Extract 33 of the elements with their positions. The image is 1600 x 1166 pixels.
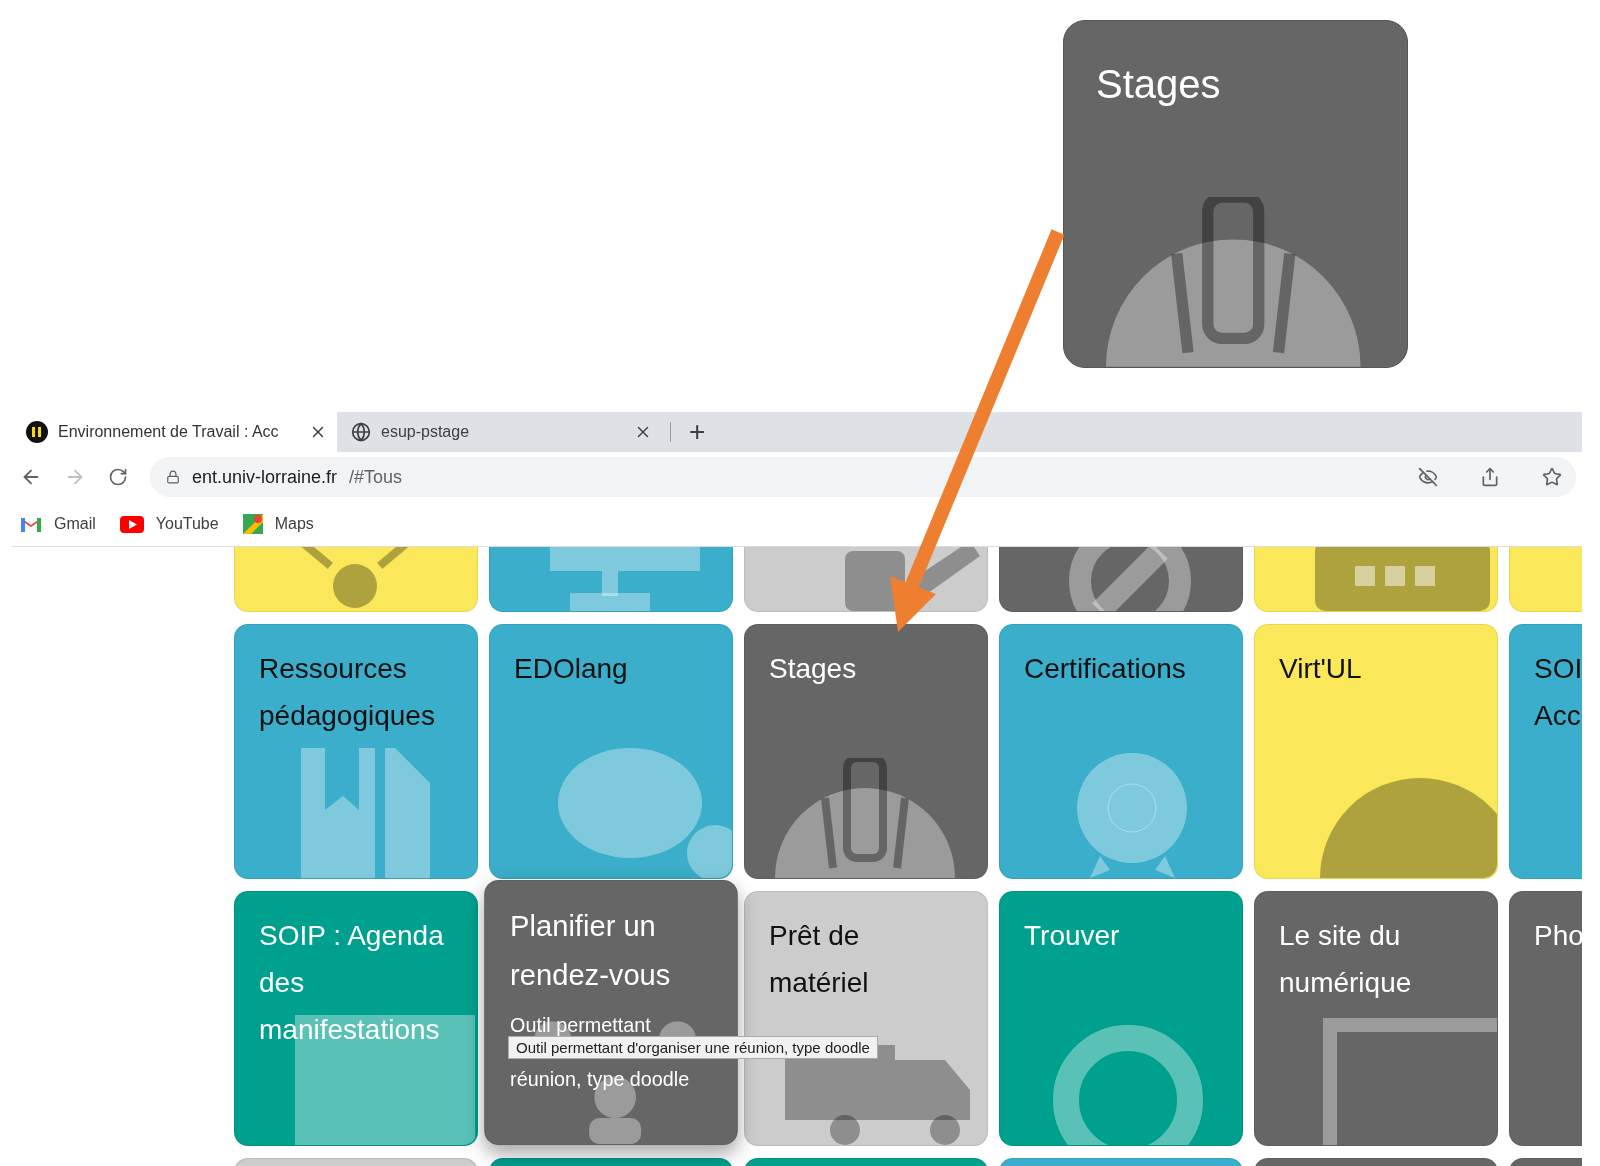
bookmark[interactable]: Maps bbox=[242, 514, 314, 534]
eye-off-icon[interactable] bbox=[1418, 467, 1438, 487]
star-icon[interactable] bbox=[1542, 467, 1562, 487]
helmet-icon bbox=[1106, 197, 1361, 367]
speech-icon bbox=[558, 748, 732, 878]
book-icon bbox=[301, 748, 430, 878]
globe-icon bbox=[351, 422, 371, 442]
app-tile[interactable]: SOI Acc bbox=[1509, 624, 1582, 879]
new-tab-button[interactable]: + bbox=[679, 412, 716, 452]
app-tile[interactable]: Le site du numérique bbox=[1254, 891, 1498, 1146]
logo-icon bbox=[26, 421, 48, 443]
search-icon bbox=[1053, 1025, 1203, 1145]
bookmark[interactable]: YouTube bbox=[119, 515, 219, 533]
app-tile[interactable]: Stages bbox=[1063, 20, 1408, 368]
browser-tab[interactable]: Environnement de Travail : Acc bbox=[12, 412, 337, 452]
bookmark[interactable]: Gmail bbox=[20, 515, 96, 533]
app-tile[interactable]: Pho bbox=[1509, 891, 1582, 1146]
play-icon bbox=[119, 515, 144, 533]
app-tile[interactable]: Virt'UL bbox=[1254, 624, 1498, 879]
app-tile[interactable]: EDOlang bbox=[489, 624, 733, 879]
tooltip: Outil permettant d'organiser une réunion, type doodle bbox=[508, 1036, 878, 1059]
browser-tab[interactable]: esup-pstage bbox=[337, 412, 662, 452]
app-tile[interactable]: Ressources pédagogiques bbox=[234, 624, 478, 879]
map-icon bbox=[242, 514, 263, 534]
app-tile[interactable]: Stages bbox=[744, 624, 988, 879]
lock-icon bbox=[166, 470, 180, 484]
dots-icon bbox=[1315, 547, 1490, 611]
helmet-icon bbox=[775, 758, 955, 878]
reload-icon[interactable] bbox=[108, 467, 128, 487]
app-tile[interactable]: Certifications bbox=[999, 624, 1243, 879]
mail-icon bbox=[20, 516, 42, 532]
share-icon[interactable] bbox=[1480, 467, 1500, 487]
address-bar[interactable]: ent.univ-lorraine.fr /#Tous bbox=[150, 457, 1576, 497]
